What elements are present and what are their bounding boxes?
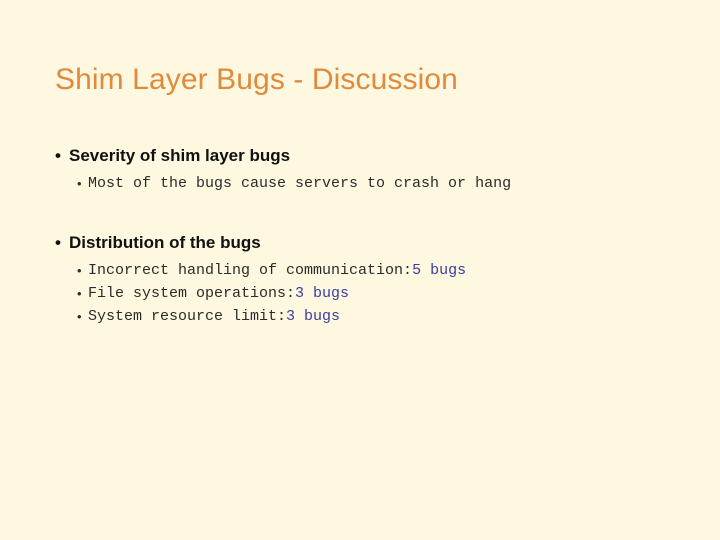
bullet-point-icon: • <box>77 309 82 324</box>
bullet-point-icon: • <box>55 146 61 165</box>
bullet-point-icon: • <box>55 233 61 252</box>
bug-count: 5 bugs <box>412 262 467 279</box>
bug-count: 3 bugs <box>295 285 350 302</box>
bullet-point-icon: • <box>77 176 82 191</box>
bullet-item-level2: • Incorrect handling of communication: 5… <box>0 259 720 282</box>
bullet-label: File system operations: <box>88 285 296 302</box>
bullet-label: Distribution of the bugs <box>69 233 261 252</box>
bullet-item-level2: • File system operations: 3 bugs <box>0 282 720 305</box>
presentation-slide: Shim Layer Bugs - Discussion • Severity … <box>0 0 720 540</box>
bullet-item-level2: • System resource limit: 3 bugs <box>0 305 720 328</box>
bullet-point-icon: • <box>77 286 82 301</box>
bullet-item-level2: • Most of the bugs cause servers to cras… <box>0 172 720 195</box>
bullet-label: Incorrect handling of communication: <box>88 262 413 279</box>
bullet-item-level1: • Distribution of the bugs <box>0 230 720 255</box>
bullet-label: Severity of shim layer bugs <box>69 146 291 165</box>
bug-count: 3 bugs <box>286 308 341 325</box>
bullet-point-icon: • <box>77 263 82 278</box>
bullet-item-level1: • Severity of shim layer bugs <box>0 143 720 168</box>
slide-body: • Severity of shim layer bugs • Most of … <box>0 143 720 328</box>
page-title: Shim Layer Bugs - Discussion <box>55 63 458 96</box>
bullet-group-distribution: • Distribution of the bugs • Incorrect h… <box>0 230 720 328</box>
bullet-label: System resource limit: <box>88 308 287 325</box>
bullet-group-severity: • Severity of shim layer bugs • Most of … <box>0 143 720 195</box>
bullet-label: Most of the bugs cause servers to crash … <box>88 175 512 192</box>
